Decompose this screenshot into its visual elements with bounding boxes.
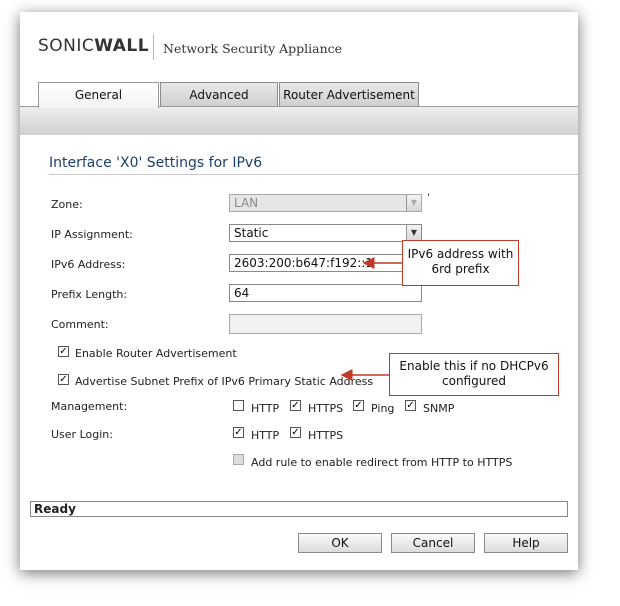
tick-mark: ˈ bbox=[427, 193, 430, 204]
enable-router-adv-checkbox[interactable]: ✓ bbox=[58, 346, 69, 357]
zone-select[interactable]: LAN ▼ bbox=[229, 194, 422, 212]
dialog-window: SONICWALL Network Security Appliance Gen… bbox=[20, 12, 578, 570]
mgmt-http-label: HTTP bbox=[251, 402, 280, 415]
mgmt-http-checkbox[interactable] bbox=[233, 400, 244, 411]
ip-assignment-select[interactable]: Static ▼ bbox=[229, 224, 422, 242]
tab-router-advertisement[interactable]: Router Advertisement bbox=[279, 82, 419, 106]
zone-value: LAN bbox=[234, 196, 259, 210]
mgmt-ping-checkbox[interactable]: ✓ bbox=[353, 400, 364, 411]
ok-button[interactable]: OK bbox=[298, 533, 382, 553]
section-title-rule bbox=[49, 174, 578, 175]
management-label: Management: bbox=[51, 400, 128, 413]
login-https-label: HTTPS bbox=[308, 429, 344, 442]
mgmt-https-label: HTTPS bbox=[308, 402, 344, 415]
comment-label: Comment: bbox=[51, 318, 109, 331]
ipv6-address-input[interactable]: 2603:200:b647:f192::1 bbox=[229, 254, 422, 272]
logo-divider bbox=[153, 34, 154, 60]
product-name: Network Security Appliance bbox=[163, 41, 343, 56]
login-http-checkbox[interactable]: ✓ bbox=[233, 427, 244, 438]
cancel-button[interactable]: Cancel bbox=[391, 533, 475, 553]
sonicwall-logo: SONICWALL bbox=[38, 36, 150, 56]
callout-dhcp-line2: configured bbox=[442, 374, 506, 388]
mgmt-ping-label: Ping bbox=[371, 402, 395, 415]
comment-input[interactable] bbox=[229, 314, 422, 334]
enable-router-adv-label: Enable Router Advertisement bbox=[75, 347, 237, 360]
callout-ipv6-line1: IPv6 address with bbox=[407, 247, 514, 261]
login-http-label: HTTP bbox=[251, 429, 280, 442]
zone-label: Zone: bbox=[51, 198, 83, 211]
prefix-length-label: Prefix Length: bbox=[51, 288, 128, 301]
help-button[interactable]: Help bbox=[484, 533, 568, 553]
login-https-checkbox[interactable]: ✓ bbox=[290, 427, 301, 438]
redirect-checkbox[interactable] bbox=[233, 454, 244, 465]
tab-general[interactable]: General bbox=[38, 82, 159, 108]
advertise-subnet-label: Advertise Subnet Prefix of IPv6 Primary … bbox=[75, 375, 374, 388]
mgmt-snmp-checkbox[interactable]: ✓ bbox=[405, 400, 416, 411]
callout-ipv6-line2: 6rd prefix bbox=[431, 262, 490, 276]
status-bar: Ready bbox=[30, 501, 568, 517]
callout-ipv6-6rd: IPv6 address with 6rd prefix bbox=[402, 240, 519, 286]
callout-dhcpv6: Enable this if no DHCPv6 configured bbox=[389, 353, 559, 396]
chevron-down-icon: ▼ bbox=[406, 195, 421, 211]
mgmt-https-checkbox[interactable]: ✓ bbox=[290, 400, 301, 411]
tab-advanced[interactable]: Advanced bbox=[160, 82, 278, 106]
ipv6-address-label: IPv6 Address: bbox=[51, 258, 126, 271]
callout-dhcp-line1: Enable this if no DHCPv6 bbox=[399, 359, 549, 373]
advertise-subnet-checkbox[interactable]: ✓ bbox=[58, 374, 69, 385]
ip-assignment-value: Static bbox=[234, 226, 269, 240]
mgmt-snmp-label: SNMP bbox=[423, 402, 455, 415]
tab-band bbox=[20, 107, 578, 135]
chevron-down-icon: ▼ bbox=[406, 225, 421, 241]
ip-assignment-label: IP Assignment: bbox=[51, 228, 133, 241]
prefix-length-input[interactable]: 64 bbox=[229, 284, 422, 302]
user-login-label: User Login: bbox=[51, 428, 113, 441]
redirect-label: Add rule to enable redirect from HTTP to… bbox=[251, 456, 513, 469]
section-title: Interface 'X0' Settings for IPv6 bbox=[49, 155, 263, 171]
